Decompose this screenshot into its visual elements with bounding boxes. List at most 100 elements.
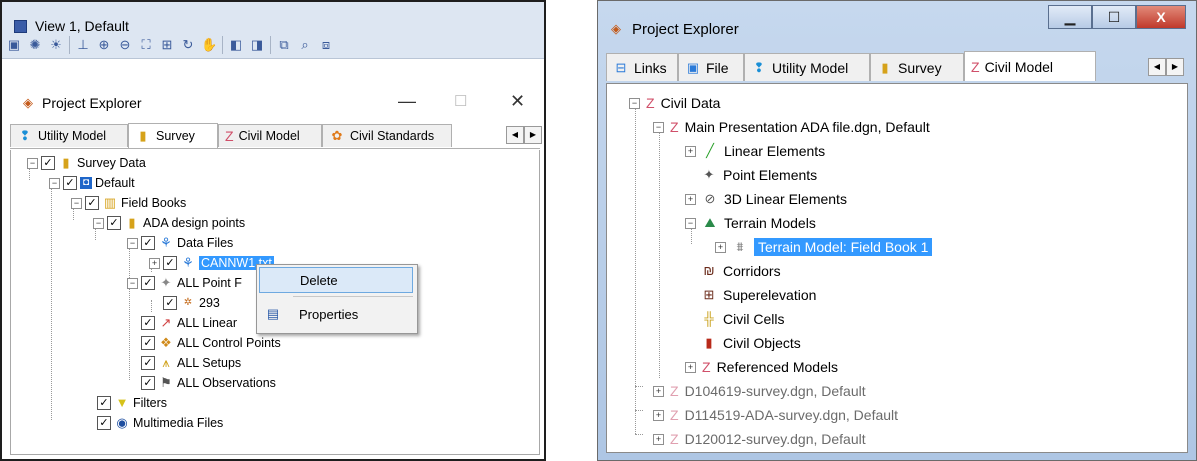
menu-item-properties[interactable]: ▤ Properties: [259, 301, 413, 327]
tree-node-all-control-points[interactable]: ✓ ❖ ALL Control Points: [141, 334, 281, 352]
tree-node-all-observations[interactable]: ✓ ⚑ ALL Observations: [141, 374, 276, 392]
tree-node-data-files[interactable]: − ✓ ⚘ Data Files: [127, 234, 233, 252]
view-previous-icon[interactable]: ◧: [228, 37, 244, 53]
tree-node-d114519[interactable]: + Z D114519-ADA-survey.dgn, Default: [653, 404, 898, 426]
tab-civil-model[interactable]: Z Civil Model: [218, 124, 322, 147]
zoom-in-icon[interactable]: ⊕: [96, 37, 112, 53]
checkbox-checked-icon[interactable]: ✓: [141, 316, 155, 330]
expand-icon[interactable]: +: [653, 433, 664, 445]
expand-icon[interactable]: +: [685, 145, 696, 157]
maximize-button[interactable]: ☐: [1092, 5, 1136, 29]
zoom-out-icon[interactable]: ⊖: [117, 37, 133, 53]
tab-civil-model[interactable]: Z Civil Model: [964, 51, 1096, 81]
tab-links[interactable]: ⊟ Links: [606, 53, 678, 81]
collapse-icon[interactable]: −: [629, 97, 640, 109]
tree-node-multimedia-files[interactable]: ✓ ◉ Multimedia Files: [97, 414, 223, 432]
checkbox-checked-icon[interactable]: ✓: [85, 196, 99, 210]
tab-utility-model[interactable]: ❢ Utility Model: [744, 53, 870, 81]
clip-icon[interactable]: ⧈: [318, 37, 334, 53]
collapse-icon[interactable]: −: [127, 277, 138, 289]
collapse-icon[interactable]: −: [27, 157, 38, 169]
tree-node-filters[interactable]: ✓ ▼ Filters: [97, 394, 167, 412]
checkbox-checked-icon[interactable]: ✓: [97, 416, 111, 430]
tree-node-3d-linear-elements[interactable]: + ⊘ 3D Linear Elements: [685, 188, 847, 210]
tab-scroll-right-icon[interactable]: ▶: [1166, 58, 1184, 76]
tree-node-civil-data[interactable]: − Z Civil Data: [629, 92, 720, 114]
tree-node-all-point-features[interactable]: − ✓ ✦ ALL Point F: [127, 274, 242, 292]
checkbox-checked-icon[interactable]: ✓: [163, 296, 177, 310]
checkbox-checked-icon[interactable]: ✓: [97, 396, 111, 410]
pan-icon[interactable]: ✋: [201, 37, 217, 53]
view-display-icon[interactable]: ▣: [6, 37, 22, 53]
checkbox-checked-icon[interactable]: ✓: [141, 276, 155, 290]
tree-node-d120012[interactable]: + Z D120012-survey.dgn, Default: [653, 428, 866, 450]
light-icon[interactable]: ☀: [48, 37, 64, 53]
minimize-button[interactable]: —: [398, 91, 416, 112]
expand-icon[interactable]: +: [685, 361, 696, 373]
tree-node-referenced-models[interactable]: + Z Referenced Models: [685, 356, 838, 378]
collapse-icon[interactable]: −: [685, 217, 696, 229]
checkbox-checked-icon[interactable]: ✓: [141, 336, 155, 350]
tab-scroll-left-icon[interactable]: ◀: [506, 126, 524, 144]
tree-node-all-setups[interactable]: ✓ ⩚ ALL Setups: [141, 354, 241, 372]
checkbox-checked-icon[interactable]: ✓: [141, 356, 155, 370]
expand-icon[interactable]: +: [653, 409, 664, 421]
menu-separator: [293, 296, 413, 297]
tree-node-all-linear[interactable]: ✓ ↗ ALL Linear: [141, 314, 237, 332]
collapse-icon[interactable]: −: [93, 217, 104, 229]
tree-node-ada-design-points[interactable]: − ✓ ▮ ADA design points: [93, 214, 245, 232]
checkbox-checked-icon[interactable]: ✓: [141, 236, 155, 250]
superelevation-icon: ⊞: [703, 287, 715, 302]
tree-node-terrain-model-field-book-1[interactable]: + ⩩ Terrain Model: Field Book 1: [715, 236, 933, 258]
tree-node-d104619[interactable]: + Z D104619-survey.dgn, Default: [653, 380, 866, 402]
file-icon: ▣: [686, 59, 700, 75]
expand-icon[interactable]: +: [149, 257, 160, 269]
tab-scroll-right-icon[interactable]: ▶: [524, 126, 542, 144]
tab-label: Links: [634, 59, 667, 76]
rotate-icon[interactable]: ↻: [180, 37, 196, 53]
tree-node-field-books[interactable]: − ✓ ▥ Field Books: [71, 194, 186, 212]
tab-civil-standards[interactable]: ✿ Civil Standards: [322, 124, 452, 147]
collapse-icon[interactable]: −: [127, 237, 138, 249]
tree-node-293[interactable]: ✓ ✲ 293: [163, 294, 220, 312]
tree-node-superelevation[interactable]: ⊞ Superelevation: [701, 284, 817, 306]
checkbox-checked-icon[interactable]: ✓: [163, 256, 177, 270]
brightness-icon[interactable]: ✺: [27, 37, 43, 53]
expand-icon[interactable]: +: [715, 241, 726, 253]
maximize-button[interactable]: ☐: [454, 92, 467, 110]
tree-node-point-elements[interactable]: ✦ Point Elements: [701, 164, 818, 186]
tree-node-corridors[interactable]: ₪ Corridors: [701, 260, 780, 282]
checkbox-checked-icon[interactable]: ✓: [141, 376, 155, 390]
tab-survey[interactable]: ▮ Survey: [128, 123, 218, 148]
tree-node-civil-objects[interactable]: ▮ Civil Objects: [701, 332, 800, 354]
tab-file[interactable]: ▣ File: [678, 53, 744, 81]
tab-scroll-left-icon[interactable]: ◀: [1148, 58, 1166, 76]
tree-node-linear-elements[interactable]: + ╱ Linear Elements: [685, 140, 825, 162]
tree-node-civil-cells[interactable]: ╬ Civil Cells: [701, 308, 784, 330]
minimize-button[interactable]: ▁: [1048, 5, 1092, 29]
tab-utility-model[interactable]: ❢ Utility Model: [10, 124, 128, 147]
checkbox-checked-icon[interactable]: ✓: [41, 156, 55, 170]
copy-view-icon[interactable]: ⧉: [276, 37, 292, 53]
collapse-icon[interactable]: −: [653, 121, 664, 133]
window-area-icon[interactable]: ⊞: [159, 37, 175, 53]
close-button[interactable]: X: [1136, 5, 1186, 29]
tree-node-terrain-models[interactable]: − ⛰ Terrain Models: [685, 212, 816, 234]
expand-icon[interactable]: +: [653, 385, 664, 397]
close-button[interactable]: ✕: [510, 91, 525, 112]
camera-icon[interactable]: ⌕: [297, 37, 313, 53]
collapse-icon[interactable]: −: [49, 177, 60, 189]
checkbox-checked-icon[interactable]: ✓: [63, 176, 77, 190]
tab-survey[interactable]: ▮ Survey: [870, 53, 964, 81]
fit-icon[interactable]: ⛶: [138, 37, 154, 53]
view-next-icon[interactable]: ◨: [249, 37, 265, 53]
links-icon: ⊟: [615, 59, 627, 75]
expand-icon[interactable]: +: [685, 193, 696, 205]
measure-icon[interactable]: ⊥: [75, 37, 91, 53]
tree-node-survey-data[interactable]: − ✓ ▮ Survey Data: [27, 154, 146, 172]
collapse-icon[interactable]: −: [71, 197, 82, 209]
checkbox-checked-icon[interactable]: ✓: [107, 216, 121, 230]
menu-item-delete[interactable]: Delete: [259, 267, 413, 293]
tree-node-default[interactable]: − ✓ ◘ Default: [49, 174, 135, 192]
tree-node-main-presentation[interactable]: − Z Main Presentation ADA file.dgn, Defa…: [653, 116, 930, 138]
